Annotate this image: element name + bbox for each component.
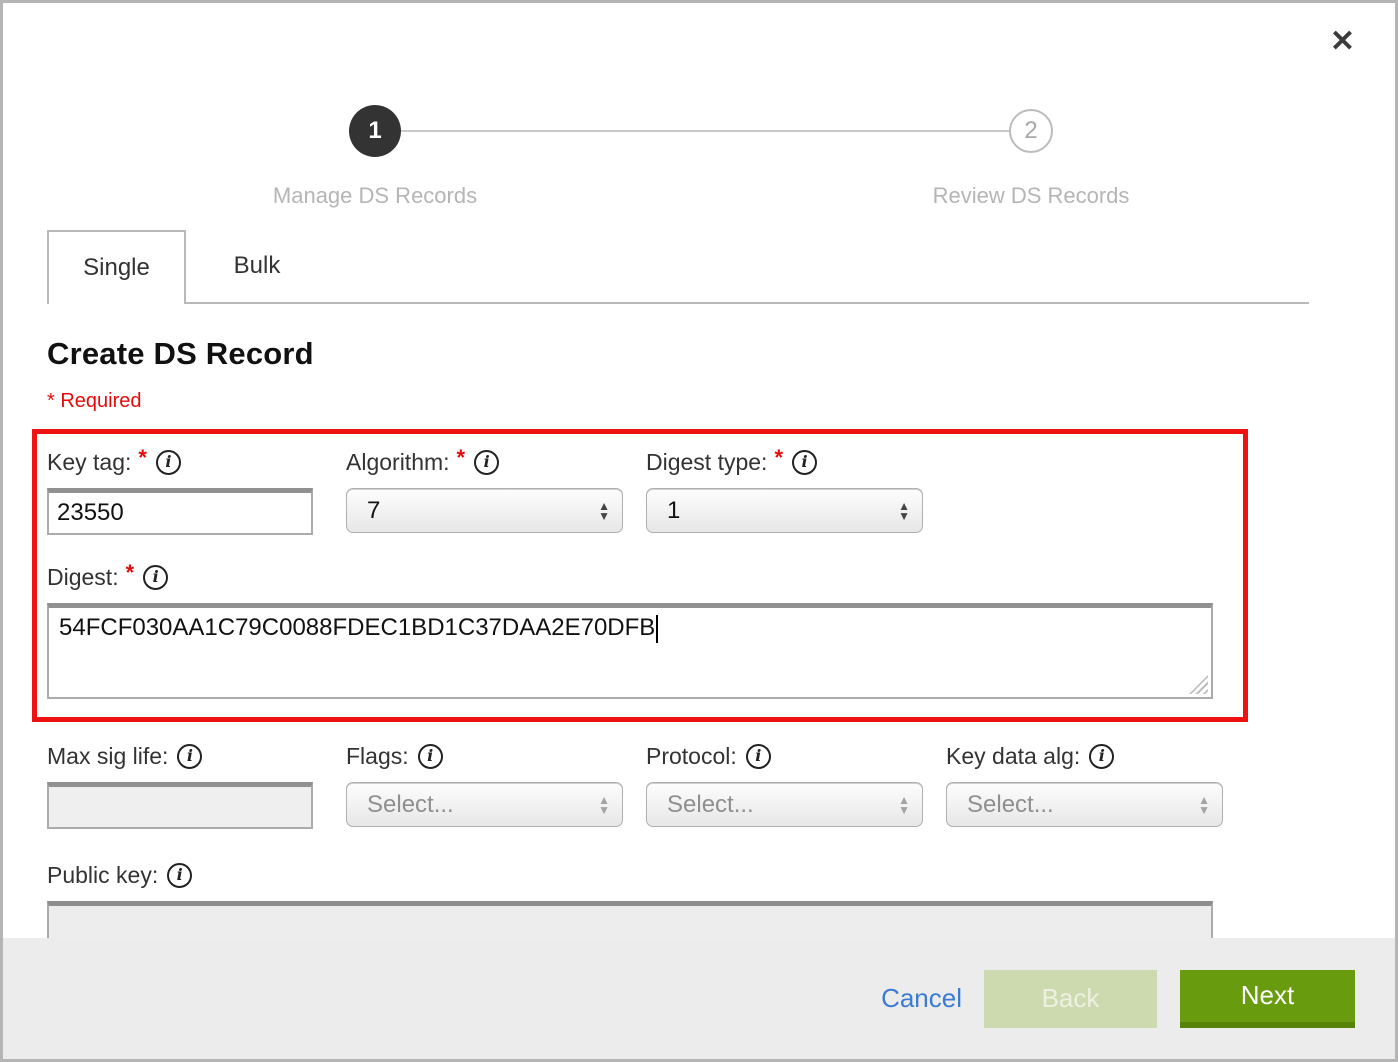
- max-sig-life-input[interactable]: [47, 782, 313, 829]
- key-data-alg-select-value: Select...: [967, 791, 1054, 819]
- key-tag-label: Key tag:: [47, 449, 131, 476]
- tab-single[interactable]: Single: [47, 230, 186, 304]
- form-row-3: Max sig life: i Flags: i Select... ▲ ▼: [47, 738, 1395, 829]
- create-ds-record-modal: ✕ 1 Manage DS Records 2 Review DS Record…: [0, 0, 1398, 1062]
- info-icon[interactable]: i: [143, 565, 168, 590]
- key-tag-input[interactable]: [47, 488, 313, 535]
- modal-footer: Cancel Back Next: [3, 938, 1395, 1059]
- required-asterisk: *: [126, 560, 135, 586]
- protocol-field: Protocol: i Select... ▲ ▼: [646, 738, 923, 827]
- highlighted-required-fields: Key tag: * i Algorithm: * i 7: [32, 429, 1248, 722]
- flags-select-value: Select...: [367, 791, 454, 819]
- algorithm-select[interactable]: 7 ▲ ▼: [346, 488, 623, 533]
- arrow-down-icon: ▼: [598, 511, 610, 521]
- digest-value: 54FCF030AA1C79C0088FDEC1BD1C37DAA2E70DFB: [59, 614, 655, 641]
- step-2-circle: 2: [1009, 109, 1053, 153]
- algorithm-label: Algorithm:: [346, 449, 450, 476]
- required-asterisk: *: [457, 445, 466, 471]
- public-key-label: Public key:: [47, 862, 158, 889]
- select-spinner-icon: ▲ ▼: [598, 795, 610, 815]
- next-button[interactable]: Next: [1180, 970, 1355, 1028]
- algorithm-field: Algorithm: * i 7 ▲ ▼: [346, 444, 623, 533]
- form-row-1: Key tag: * i Algorithm: * i 7: [47, 444, 1243, 535]
- flags-label: Flags:: [346, 743, 409, 770]
- key-data-alg-label-row: Key data alg: i: [946, 738, 1223, 774]
- protocol-select-value: Select...: [667, 791, 754, 819]
- digest-label-row: Digest: * i: [47, 559, 1243, 595]
- key-data-alg-select[interactable]: Select... ▲ ▼: [946, 782, 1223, 827]
- step-1-circle: 1: [349, 105, 401, 157]
- digest-label: Digest:: [47, 564, 119, 591]
- arrow-down-icon: ▼: [898, 511, 910, 521]
- flags-field: Flags: i Select... ▲ ▼: [346, 738, 623, 827]
- tab-bulk[interactable]: Bulk: [186, 230, 328, 304]
- select-spinner-icon: ▲ ▼: [1198, 795, 1210, 815]
- key-data-alg-field: Key data alg: i Select... ▲ ▼: [946, 738, 1223, 827]
- select-spinner-icon: ▲ ▼: [898, 795, 910, 815]
- cancel-button[interactable]: Cancel: [881, 983, 962, 1014]
- key-data-alg-label: Key data alg:: [946, 743, 1080, 770]
- info-icon[interactable]: i: [1089, 744, 1114, 769]
- arrow-down-icon: ▼: [598, 805, 610, 815]
- arrow-down-icon: ▼: [1198, 805, 1210, 815]
- max-sig-life-field: Max sig life: i: [47, 738, 313, 829]
- back-button[interactable]: Back: [984, 970, 1157, 1028]
- digest-type-select[interactable]: 1 ▲ ▼: [646, 488, 923, 533]
- resize-handle-icon[interactable]: [1189, 675, 1208, 694]
- info-icon[interactable]: i: [177, 744, 202, 769]
- text-cursor: [656, 615, 658, 643]
- info-icon[interactable]: i: [792, 450, 817, 475]
- select-spinner-icon: ▲ ▼: [598, 501, 610, 521]
- arrow-down-icon: ▼: [898, 805, 910, 815]
- select-spinner-icon: ▲ ▼: [898, 501, 910, 521]
- key-tag-field: Key tag: * i: [47, 444, 313, 535]
- form-content: Create DS Record * Required Key tag: * i…: [3, 336, 1395, 941]
- flags-label-row: Flags: i: [346, 738, 623, 774]
- step-1-label: Manage DS Records: [175, 183, 575, 209]
- digest-type-select-value: 1: [667, 497, 680, 525]
- protocol-label-row: Protocol: i: [646, 738, 923, 774]
- tab-bar: Single Bulk: [47, 230, 1351, 304]
- protocol-select[interactable]: Select... ▲ ▼: [646, 782, 923, 827]
- info-icon[interactable]: i: [167, 863, 192, 888]
- info-icon[interactable]: i: [418, 744, 443, 769]
- digest-textarea[interactable]: 54FCF030AA1C79C0088FDEC1BD1C37DAA2E70DFB: [47, 603, 1213, 699]
- algorithm-label-row: Algorithm: * i: [346, 444, 623, 480]
- step-2-circle-wrap: 2: [831, 105, 1231, 157]
- stepper: 1 Manage DS Records 2 Review DS Records: [3, 3, 1395, 218]
- digest-type-field: Digest type: * i 1 ▲ ▼: [646, 444, 923, 533]
- algorithm-select-value: 7: [367, 497, 380, 525]
- required-asterisk: *: [774, 445, 783, 471]
- digest-type-label-row: Digest type: * i: [646, 444, 923, 480]
- page-title: Create DS Record: [47, 336, 1395, 372]
- info-icon[interactable]: i: [156, 450, 181, 475]
- public-key-textarea[interactable]: [47, 901, 1213, 941]
- required-note: * Required: [47, 390, 1395, 413]
- info-icon[interactable]: i: [746, 744, 771, 769]
- public-key-field: Public key: i: [47, 857, 1395, 941]
- public-key-label-row: Public key: i: [47, 857, 1395, 893]
- step-1-circle-wrap: 1: [175, 105, 575, 157]
- info-icon[interactable]: i: [474, 450, 499, 475]
- max-sig-life-label-row: Max sig life: i: [47, 738, 313, 774]
- digest-type-label: Digest type:: [646, 449, 767, 476]
- stepper-step-manage: 1 Manage DS Records: [175, 3, 575, 209]
- digest-field: Digest: * i 54FCF030AA1C79C0088FDEC1BD1C…: [47, 559, 1243, 699]
- flags-select[interactable]: Select... ▲ ▼: [346, 782, 623, 827]
- protocol-label: Protocol:: [646, 743, 737, 770]
- max-sig-life-label: Max sig life:: [47, 743, 168, 770]
- key-tag-label-row: Key tag: * i: [47, 444, 313, 480]
- tab-bar-divider: [186, 302, 1309, 304]
- step-2-label: Review DS Records: [831, 183, 1231, 209]
- stepper-step-review: 2 Review DS Records: [831, 3, 1231, 209]
- required-asterisk: *: [138, 445, 147, 471]
